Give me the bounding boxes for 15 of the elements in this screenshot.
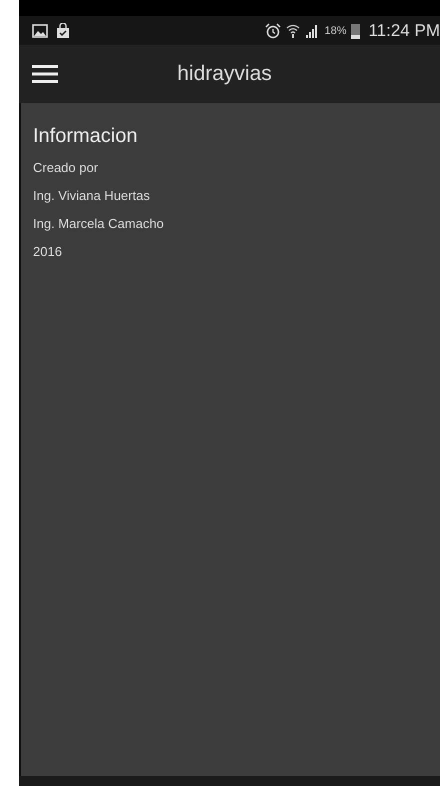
- battery-icon: [351, 22, 360, 38]
- clock-time: 11:24 PM: [368, 20, 440, 40]
- section-heading: Informacion: [33, 125, 138, 148]
- image-icon: [32, 24, 48, 38]
- wifi-icon: [286, 22, 300, 38]
- signal-icon: [305, 24, 320, 38]
- app-title: hidrayvias: [176, 62, 273, 86]
- info-line: Ing. Viviana Huertas: [33, 188, 151, 204]
- alarm-clock-icon: [265, 22, 282, 38]
- menu-icon[interactable]: [32, 64, 58, 84]
- info-line: 2016: [33, 244, 63, 260]
- info-line: Ing. Marcela Camacho: [33, 216, 165, 232]
- shopping-bag-icon: [56, 22, 70, 38]
- info-line: Creado por: [33, 160, 100, 176]
- battery-percentage: 18%: [324, 24, 346, 36]
